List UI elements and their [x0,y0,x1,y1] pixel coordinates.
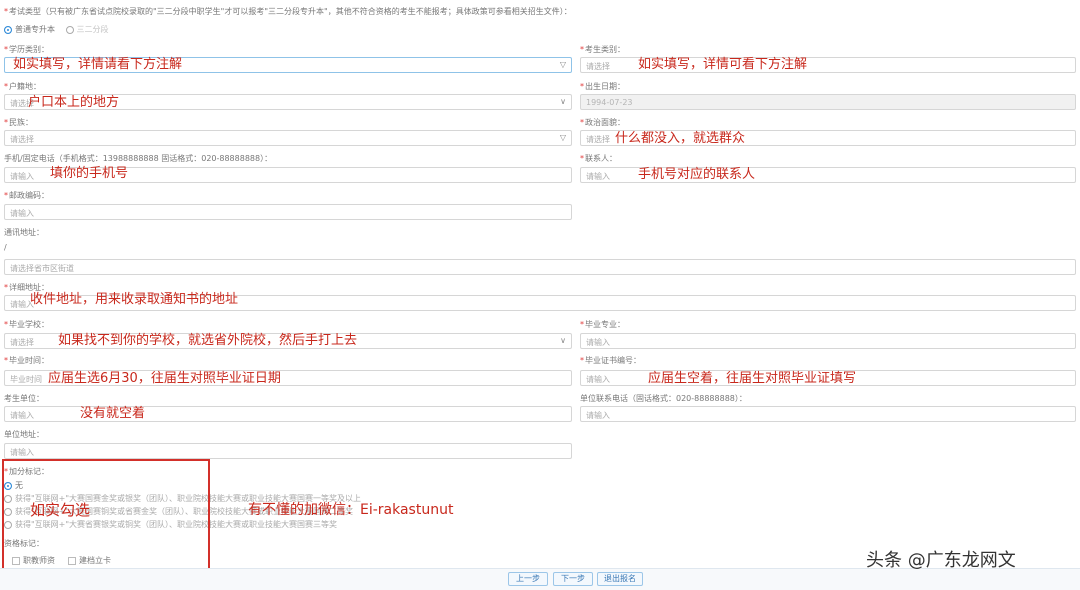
degree-type-note: 如实填写，详情请看下方注解 [13,57,183,72]
grad-time-note: 应届生选6月30，往届生对照毕业证日期 [48,371,281,386]
major-input[interactable]: 请输入 [580,333,1076,349]
phone-label: 手机/固定电话（手机格式：13988888888 固话格式：020-888888… [4,154,273,163]
chevron-down-icon: ▽ [559,60,566,69]
exam-type-options: 普通专升本 三二分段 [4,24,109,35]
grad-time-label: *毕业时间： [4,356,49,365]
phone-note: 填你的手机号 [50,166,129,181]
degree-type-label: *学历类别： [4,45,49,54]
postcode-input[interactable]: 请输入 [4,204,572,220]
employer-note: 没有就空着 [80,406,146,421]
employer-phone-input[interactable]: 请输入 [580,406,1076,422]
ethnicity-label: *民族： [4,118,33,127]
politics-note: 什么都没入，就选群众 [615,131,746,146]
mail-address-label: 通讯地址： [4,228,44,237]
radio-selected-icon [4,25,12,34]
contact-label: *联系人： [580,154,617,163]
candidate-type-note: 如实填写，详情可看下方注解 [638,57,808,72]
cert-no-note: 应届生空着，往届生对照毕业证填写 [648,371,857,386]
exam-type-label: *考试类型（只有被广东省试点院校录取的"三二分段中职学生"才可以报考"三二分段专… [4,7,572,16]
chevron-down-icon: ∨ [560,97,566,106]
chevron-down-icon: ▽ [559,133,566,142]
wechat-note: 有不懂的加微信：Ei-rakastunut [248,502,454,518]
employer-address-label: 单位地址： [4,430,44,439]
politics-label: *政治面貌： [580,118,625,127]
radio-icon [65,25,74,34]
annotation-box [2,459,210,573]
postcode-label: *邮政编码： [4,191,49,200]
next-button[interactable]: 下一步 [553,572,593,586]
ethnicity-select[interactable]: 请选择 ▽ [4,130,572,146]
mail-address-select[interactable]: 请选择省市区街道 [4,259,1076,275]
school-label: *毕业学校： [4,320,49,329]
detail-address-note: 收件地址，用来收录取通知书的地址 [30,292,239,307]
candidate-type-label: *考生类别： [580,45,625,54]
birth-date-label: *出生日期： [580,82,625,91]
birth-date-field[interactable]: 1994-07-23 [580,94,1076,110]
watermark: 头条 @广东龙网文 [866,550,1016,571]
hukou-note: 户口本上的地方 [28,95,120,110]
school-note: 如果找不到你的学校，就选省外院校，然后手打上去 [58,333,358,348]
employer-phone-label: 单位联系电话（固话格式：020-88888888）： [580,394,747,403]
exam-type-other-radio[interactable]: 三二分段 [65,25,109,34]
chevron-down-icon: ∨ [560,336,566,345]
hukou-label: *户籍地： [4,82,41,91]
exam-type-general-radio[interactable]: 普通专升本 [4,25,55,34]
prev-button[interactable]: 上一步 [508,572,548,586]
mail-address-slash: / [4,243,7,252]
employer-label: 考生单位： [4,394,44,403]
exit-button[interactable]: 退出报名 [597,572,643,586]
major-label: *毕业专业： [580,320,625,329]
cert-no-label: *毕业证书编号： [580,356,641,365]
employer-address-input[interactable]: 请输入 [4,443,572,459]
contact-note: 手机号对应的联系人 [638,167,756,182]
